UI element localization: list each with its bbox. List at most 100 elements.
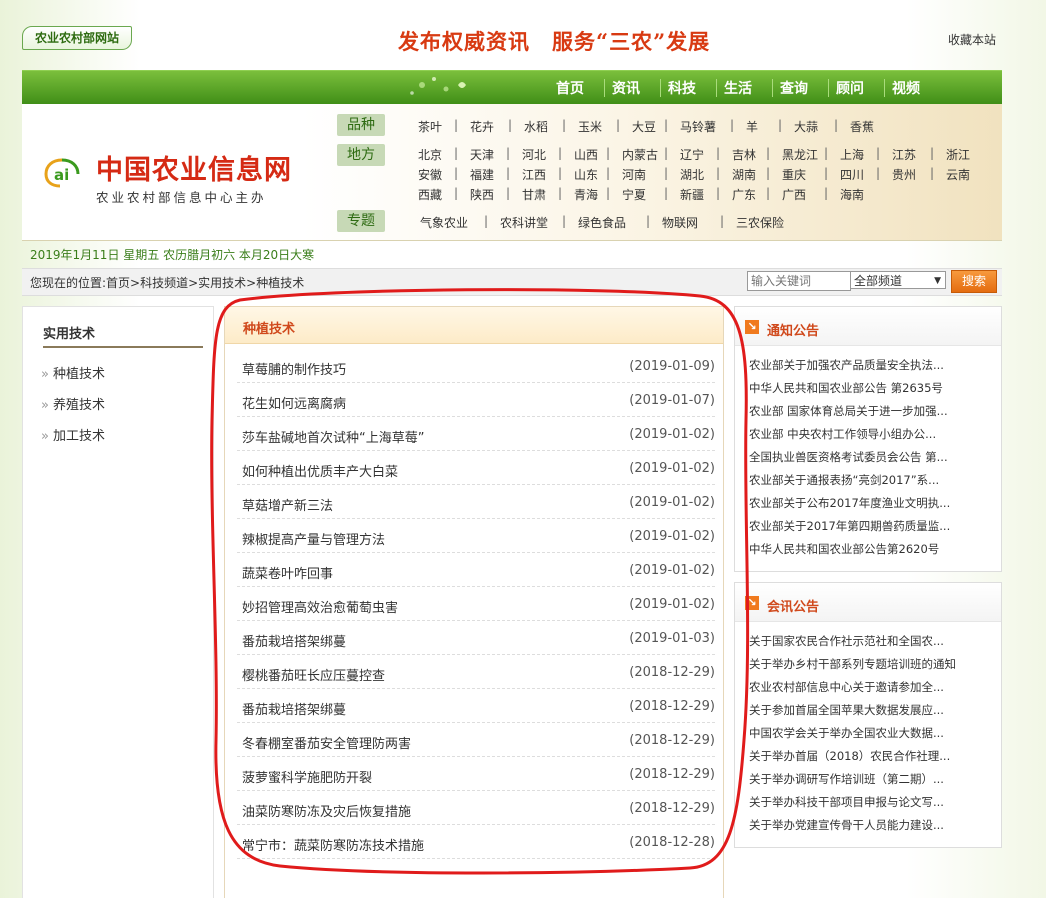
category-link[interactable]: 西藏	[418, 186, 442, 203]
notice-link[interactable]: 关于参加首届全国苹果大数据发展应...	[749, 702, 944, 718]
article-title[interactable]: 樱桃番茄旺长应压蔓控查	[242, 665, 385, 684]
category-link[interactable]: 马铃薯	[680, 118, 716, 135]
category-link[interactable]: 山东	[574, 166, 598, 183]
category-link[interactable]: 三农保险	[736, 214, 784, 231]
category-link[interactable]: 新疆	[680, 186, 704, 203]
notice-link[interactable]: 农业部关于通报表扬“亮剑2017”系...	[749, 472, 939, 488]
notice-link[interactable]: 关于举办首届（2018）农民合作社理...	[749, 748, 950, 764]
category-link[interactable]: 浙江	[946, 146, 970, 163]
category-link[interactable]: 海南	[840, 186, 864, 203]
article-row[interactable]: 蔬菜卷叶咋回事 (2019-01-02)	[237, 553, 715, 587]
article-title[interactable]: 花生如何远离腐病	[242, 393, 346, 412]
category-link[interactable]: 广西	[782, 186, 806, 203]
category-link[interactable]: 四川	[840, 166, 864, 183]
breadcrumb[interactable]: 您现在的位置:首页>科技频道>实用技术>种植技术	[30, 274, 304, 291]
category-link[interactable]: 吉林	[732, 146, 756, 163]
category-link[interactable]: 茶叶	[418, 118, 442, 135]
category-link[interactable]: 福建	[470, 166, 494, 183]
category-link[interactable]: 陕西	[470, 186, 494, 203]
notice-link[interactable]: 农业部 国家体育总局关于进一步加强...	[749, 403, 948, 419]
category-link[interactable]: 内蒙古	[622, 146, 658, 163]
sidebar-item-processing[interactable]: » 加工技术	[41, 425, 105, 444]
article-row[interactable]: 油菜防寒防冻及灾后恢复措施 (2018-12-29)	[237, 791, 715, 825]
category-link[interactable]: 湖北	[680, 166, 704, 183]
channel-select[interactable]: 全部频道 ▼	[850, 271, 946, 289]
article-row[interactable]: 菠萝蜜科学施肥防开裂 (2018-12-29)	[237, 757, 715, 791]
nav-home[interactable]: 首页	[556, 78, 584, 98]
category-link[interactable]: 贵州	[892, 166, 916, 183]
category-link[interactable]: 宁夏	[622, 186, 646, 203]
search-input[interactable]	[747, 271, 851, 291]
article-title[interactable]: 番茄栽培搭架绑蔓	[242, 631, 346, 650]
nav-life[interactable]: 生活	[724, 78, 752, 98]
category-link[interactable]: 农科讲堂	[500, 214, 548, 231]
category-link[interactable]: 湖南	[732, 166, 756, 183]
article-row[interactable]: 常宁市：蔬菜防寒防冻技术措施 (2018-12-28)	[237, 825, 715, 859]
sidebar-item-planting[interactable]: » 种植技术	[41, 363, 105, 382]
notice-link[interactable]: 农业部关于加强农产品质量安全执法...	[749, 357, 944, 373]
article-row[interactable]: 莎车盐碱地首次试种“上海草莓” (2019-01-02)	[237, 417, 715, 451]
notice-link[interactable]: 关于国家农民合作社示范社和全国农...	[749, 633, 944, 649]
favorite-link[interactable]: 收藏本站	[948, 31, 996, 48]
article-title[interactable]: 莎车盐碱地首次试种“上海草莓”	[242, 427, 424, 446]
category-link[interactable]: 上海	[840, 146, 864, 163]
category-link[interactable]: 安徽	[418, 166, 442, 183]
notice-link[interactable]: 关于举办乡村干部系列专题培训班的通知	[749, 656, 956, 672]
category-link[interactable]: 广东	[732, 186, 756, 203]
category-link[interactable]: 水稻	[524, 118, 548, 135]
category-link[interactable]: 花卉	[470, 118, 494, 135]
article-title[interactable]: 辣椒提高产量与管理方法	[242, 529, 385, 548]
category-link[interactable]: 大豆	[632, 118, 656, 135]
sidebar-item-breeding[interactable]: » 养殖技术	[41, 394, 105, 413]
category-link[interactable]: 云南	[946, 166, 970, 183]
category-link[interactable]: 物联网	[662, 214, 698, 231]
search-button[interactable]: 搜索	[951, 270, 997, 293]
category-link[interactable]: 天津	[470, 146, 494, 163]
article-row[interactable]: 花生如何远离腐病 (2019-01-07)	[237, 383, 715, 417]
notice-link[interactable]: 农业部关于公布2017年度渔业文明执...	[749, 495, 950, 511]
article-row[interactable]: 番茄栽培搭架绑蔓 (2018-12-29)	[237, 689, 715, 723]
category-link[interactable]: 江西	[522, 166, 546, 183]
article-row[interactable]: 樱桃番茄旺长应压蔓控查 (2018-12-29)	[237, 655, 715, 689]
category-link[interactable]: 河北	[522, 146, 546, 163]
category-link[interactable]: 绿色食品	[578, 214, 626, 231]
article-row[interactable]: 草菇增产新三法 (2019-01-02)	[237, 485, 715, 519]
nav-query[interactable]: 查询	[780, 78, 808, 98]
category-link[interactable]: 江苏	[892, 146, 916, 163]
category-link[interactable]: 甘肃	[522, 186, 546, 203]
site-badge-link[interactable]: 农业农村部网站	[22, 26, 132, 50]
notice-link[interactable]: 关于举办党建宣传骨干人员能力建设...	[749, 817, 944, 833]
notice-link[interactable]: 全国执业兽医资格考试委员会公告 第...	[749, 449, 948, 465]
article-row[interactable]: 如何种植出优质丰产大白菜 (2019-01-02)	[237, 451, 715, 485]
logo-title[interactable]: 中国农业信息网	[96, 148, 292, 187]
article-row[interactable]: 辣椒提高产量与管理方法 (2019-01-02)	[237, 519, 715, 553]
category-link[interactable]: 重庆	[782, 166, 806, 183]
category-link[interactable]: 大蒜	[794, 118, 818, 135]
notice-link[interactable]: 关于举办科技干部项目申报与论文写...	[749, 794, 944, 810]
notice-link[interactable]: 农业部 中央农村工作领导小组办公...	[749, 426, 936, 442]
article-title[interactable]: 油菜防寒防冻及灾后恢复措施	[242, 801, 411, 820]
notice-link[interactable]: 中国农学会关于举办全国农业大数据...	[749, 725, 944, 741]
article-title[interactable]: 草菇增产新三法	[242, 495, 333, 514]
category-link[interactable]: 香蕉	[850, 118, 874, 135]
article-title[interactable]: 常宁市：蔬菜防寒防冻技术措施	[242, 835, 424, 854]
nav-tech[interactable]: 科技	[668, 78, 696, 98]
article-title[interactable]: 如何种植出优质丰产大白菜	[242, 461, 398, 480]
category-link[interactable]: 青海	[574, 186, 598, 203]
nav-advisor[interactable]: 顾问	[836, 78, 864, 98]
category-link[interactable]: 羊	[746, 118, 758, 135]
article-row[interactable]: 冬春棚室番茄安全管理防两害 (2018-12-29)	[237, 723, 715, 757]
article-row[interactable]: 番茄栽培搭架绑蔓 (2019-01-03)	[237, 621, 715, 655]
article-title[interactable]: 菠萝蜜科学施肥防开裂	[242, 767, 372, 786]
category-link[interactable]: 山西	[574, 146, 598, 163]
nav-news[interactable]: 资讯	[612, 78, 640, 98]
notice-link[interactable]: 中华人民共和国农业部公告 第2635号	[749, 380, 943, 396]
article-title[interactable]: 妙招管理高效治愈葡萄虫害	[242, 597, 398, 616]
article-title[interactable]: 冬春棚室番茄安全管理防两害	[242, 733, 411, 752]
notice-link[interactable]: 农业部关于2017年第四期兽药质量监...	[749, 518, 950, 534]
article-title[interactable]: 草莓脯的制作技巧	[242, 359, 346, 378]
notice-link[interactable]: 农业农村部信息中心关于邀请参加全...	[749, 679, 944, 695]
category-link[interactable]: 气象农业	[420, 214, 468, 231]
nav-video[interactable]: 视频	[892, 78, 920, 98]
article-row[interactable]: 草莓脯的制作技巧 (2019-01-09)	[237, 349, 715, 383]
